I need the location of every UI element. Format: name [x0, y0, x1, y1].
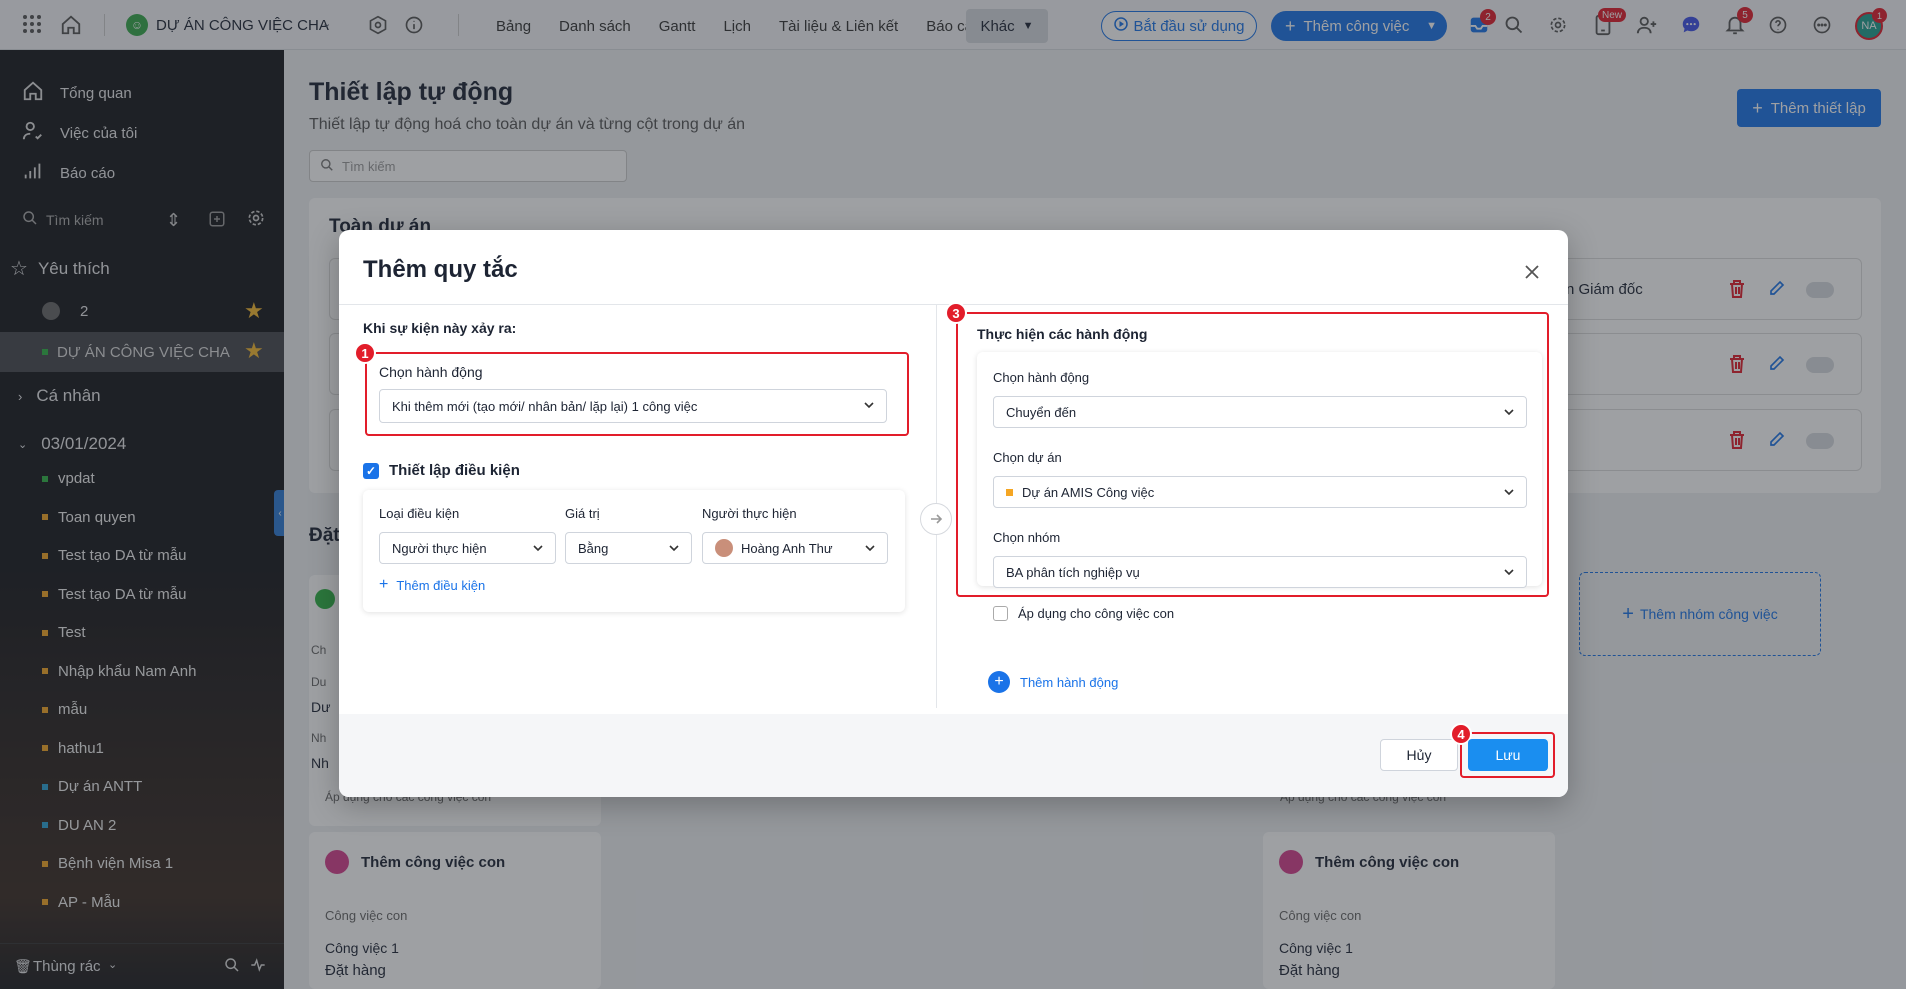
checkbox-unchecked-icon	[993, 606, 1008, 621]
trigger-action-select[interactable]: Khi thêm mới (tạo mới/ nhân bản/ lặp lại…	[379, 389, 887, 423]
cond-value-select[interactable]: Bằng	[565, 532, 692, 564]
group-select[interactable]: BA phân tích nghiệp vụ	[993, 556, 1527, 588]
plus-icon: +	[379, 576, 389, 593]
apply-children-checkbox[interactable]: Áp dụng cho công việc con	[993, 606, 1174, 621]
checkbox-checked-icon: ✓	[363, 462, 379, 479]
project-label: Chọn dự án	[993, 450, 1062, 465]
close-icon[interactable]	[1524, 264, 1540, 285]
action-value: Chuyển đến	[1006, 404, 1077, 420]
add-action-link[interactable]: + Thêm hành động	[988, 671, 1118, 693]
add-condition-link[interactable]: + Thêm điều kiện	[379, 576, 485, 594]
cond-type-select[interactable]: Người thực hiện	[379, 532, 556, 564]
condition-checkbox-label: Thiết lập điều kiện	[389, 462, 520, 479]
cond-type-value: Người thực hiện	[392, 540, 487, 556]
project-select[interactable]: Dự án AMIS Công việc	[993, 476, 1527, 508]
chevron-down-icon	[1502, 565, 1516, 579]
cond-person-select[interactable]: Hoàng Anh Thư	[702, 532, 888, 564]
step-badge-3: 3	[945, 302, 967, 324]
do-actions-label: Thực hiện các hành động	[977, 326, 1148, 342]
cancel-label: Hủy	[1406, 747, 1432, 763]
action-panel	[977, 352, 1542, 586]
condition-checkbox[interactable]: ✓ Thiết lập điều kiện	[363, 462, 520, 479]
cancel-button[interactable]: Hủy	[1380, 739, 1458, 771]
project-dot	[1006, 488, 1013, 496]
add-rule-modal: Thêm quy tắc Khi sự kiện này xảy ra: 1 C…	[339, 230, 1568, 797]
arrow-right-icon	[920, 503, 952, 535]
cond-type-label: Loại điều kiện	[379, 506, 460, 521]
cond-value-value: Bằng	[578, 540, 609, 556]
add-condition-label: Thêm điều kiện	[396, 577, 486, 593]
group-value: BA phân tích nghiệp vụ	[1006, 564, 1140, 580]
cond-person-value: Hoàng Anh Thư	[741, 540, 833, 556]
save-label: Lưu	[1495, 747, 1521, 763]
chevron-down-icon	[863, 541, 877, 555]
chevron-down-icon	[1502, 405, 1516, 419]
trigger-action-value: Khi thêm mới (tạo mới/ nhân bản/ lặp lại…	[392, 398, 698, 414]
trigger-action-label: Chọn hành động	[379, 364, 483, 380]
group-label: Chọn nhóm	[993, 530, 1061, 545]
when-label: Khi sự kiện này xảy ra:	[363, 320, 517, 336]
action-select[interactable]: Chuyển đến	[993, 396, 1527, 428]
chevron-down-icon	[1502, 485, 1516, 499]
chevron-down-icon	[531, 541, 545, 555]
action-label: Chọn hành động	[993, 370, 1090, 385]
chevron-down-icon	[667, 541, 681, 555]
plus-circle-icon: +	[988, 671, 1010, 693]
modal-title: Thêm quy tắc	[363, 256, 518, 283]
cond-person-label: Người thực hiện	[702, 506, 797, 521]
apply-children-label: Áp dụng cho công việc con	[1018, 606, 1175, 621]
user-avatar-icon	[715, 539, 733, 557]
chevron-down-icon	[862, 398, 876, 412]
project-value: Dự án AMIS Công việc	[1022, 484, 1155, 500]
step-badge-1: 1	[354, 342, 376, 364]
add-action-label: Thêm hành động	[1020, 674, 1119, 690]
cond-value-label: Giá trị	[565, 506, 600, 521]
save-button[interactable]: Lưu	[1468, 739, 1548, 771]
